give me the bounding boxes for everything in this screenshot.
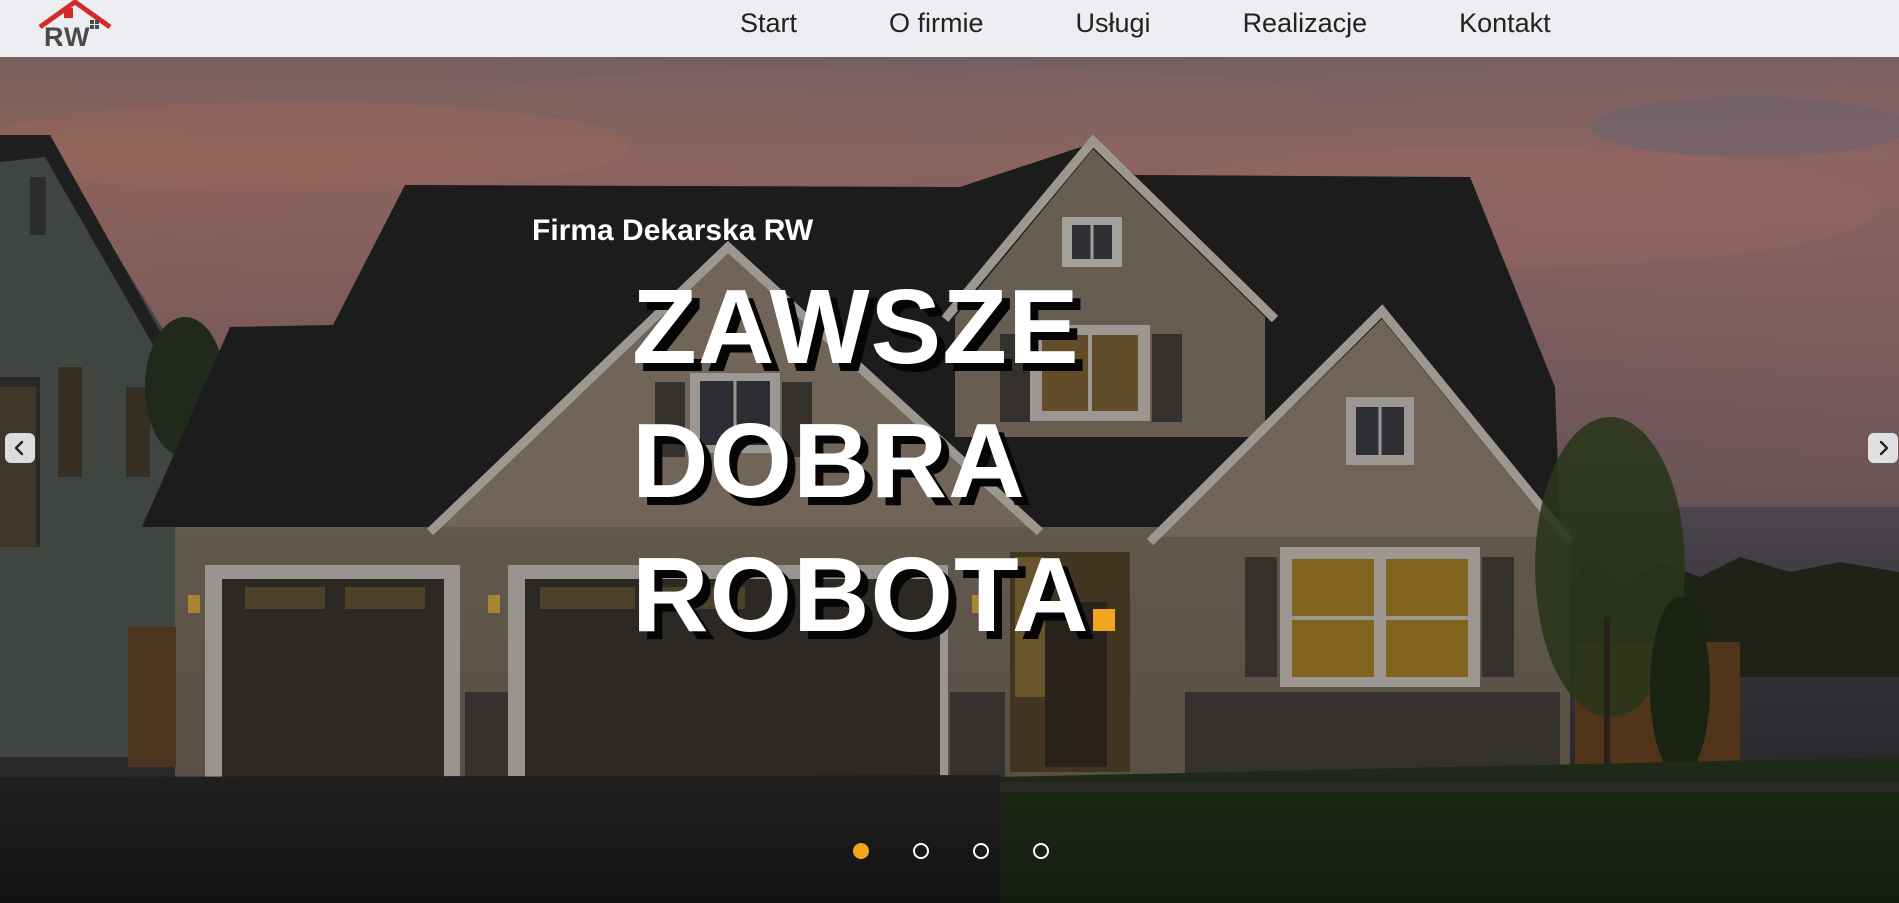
nav-start[interactable]: Start <box>740 8 797 39</box>
nav-kontakt[interactable]: Kontakt <box>1459 8 1551 39</box>
chevron-left-icon <box>14 440 24 456</box>
slide-dot-2[interactable] <box>913 843 929 859</box>
hero-slider: Firma Dekarska RW ZAWSZE DOBRA ROBOTA <box>0 57 1899 903</box>
slide-dot-3[interactable] <box>973 843 989 859</box>
hero-headline: ZAWSZE DOBRA ROBOTA <box>632 260 1116 662</box>
slider-next-button[interactable] <box>1868 433 1898 463</box>
slide-dot-4[interactable] <box>1033 843 1049 859</box>
nav-uslugi[interactable]: Usługi <box>1076 8 1151 39</box>
rw-logo[interactable]: RW <box>38 0 112 57</box>
nav-realizacje[interactable]: Realizacje <box>1243 8 1368 39</box>
slider-dots <box>853 843 1049 859</box>
slider-prev-button[interactable] <box>5 433 35 463</box>
chevron-right-icon <box>1879 440 1889 456</box>
accent-dot <box>1093 609 1116 631</box>
slide-dot-1[interactable] <box>853 843 869 859</box>
headline-line-1: ZAWSZE <box>632 268 1080 386</box>
nav-o-firmie[interactable]: O firmie <box>889 8 984 39</box>
headline-line-3: ROBOTA <box>632 528 1116 662</box>
headline-line-2: DOBRA <box>632 402 1026 520</box>
main-nav: Start O firmie Usługi Realizacje Kontakt <box>740 0 1551 46</box>
site-header: RW Start O firmie Usługi Realizacje Kont… <box>0 0 1899 57</box>
logo-text: RW <box>44 22 91 52</box>
headline-line-3-text: ROBOTA <box>632 536 1090 654</box>
hero-tagline: Firma Dekarska RW <box>532 214 814 247</box>
